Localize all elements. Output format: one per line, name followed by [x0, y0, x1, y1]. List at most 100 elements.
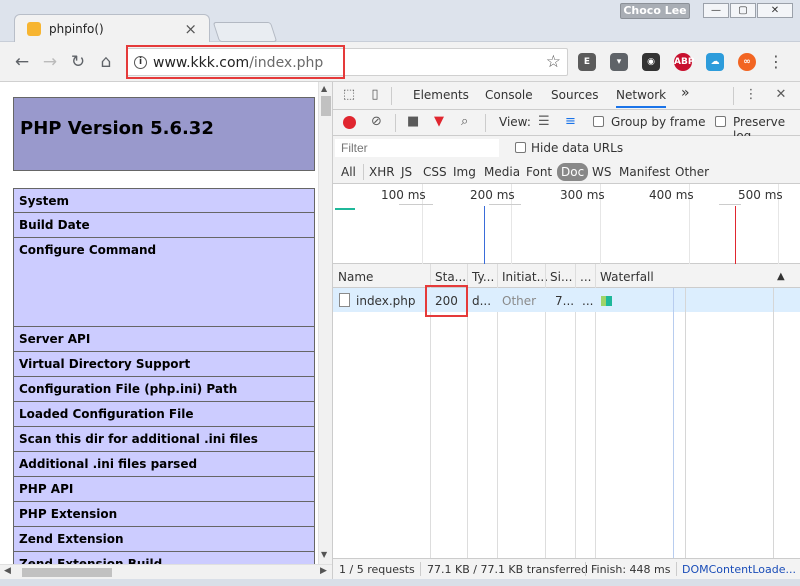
minimize-button[interactable]: —	[703, 3, 729, 18]
maximize-button[interactable]: ▢	[730, 3, 756, 18]
adblock-plus-icon[interactable]: ABP	[674, 53, 694, 71]
scroll-left-icon[interactable]: ◀	[4, 566, 11, 576]
phpinfo-row: Virtual Directory Support	[13, 352, 315, 377]
type-filter-other[interactable]: Other	[675, 165, 709, 179]
phpinfo-row: PHP API	[13, 477, 315, 502]
cloud-icon[interactable]: ☁	[706, 53, 724, 71]
scroll-right-icon[interactable]: ▶	[320, 566, 327, 576]
search-icon[interactable]: ⌕	[461, 114, 468, 129]
title-bar: phpinfo() × Choco Lee — ▢ ✕	[0, 0, 800, 44]
infinity-icon[interactable]: ∞	[738, 53, 756, 71]
sort-ascending-icon[interactable]: ▲	[777, 271, 785, 282]
divider	[420, 562, 421, 576]
divider	[395, 114, 396, 132]
phpinfo-row: Build Date	[13, 213, 315, 238]
timeline-tick	[719, 204, 741, 205]
load-event-line	[735, 206, 736, 264]
clear-icon[interactable]: ⊘	[371, 114, 382, 129]
browser-menu-icon[interactable]: ⋮	[768, 51, 784, 73]
page-content: PHP Version 5.6.32 System Build Date Con…	[0, 82, 318, 564]
page-horizontal-scrollbar[interactable]: ◀ ▶	[0, 564, 332, 579]
column-waterfall[interactable]: Waterfall	[600, 270, 654, 284]
divider	[733, 87, 734, 105]
column-type[interactable]: Ty...	[472, 270, 494, 284]
home-icon[interactable]: ⌂	[95, 51, 117, 73]
hide-data-urls-checkbox[interactable]	[515, 142, 526, 153]
divider	[676, 562, 677, 576]
devtools-tab-bar: ⬚ ▯ Elements Console Sources Network » ⋮…	[333, 82, 800, 110]
group-by-frame-label: Group by frame	[611, 115, 706, 129]
inspect-element-icon[interactable]: ⬚	[341, 87, 357, 103]
request-type: d...	[472, 294, 492, 308]
record-icon[interactable]	[343, 116, 356, 129]
type-filter-img[interactable]: Img	[453, 165, 476, 179]
timeline-tick	[399, 204, 433, 205]
waterfall-view-icon[interactable]: ≡	[565, 114, 576, 129]
phpinfo-row: Configuration File (php.ini) Path	[13, 377, 315, 402]
type-filter-xhr[interactable]: XHR	[369, 165, 395, 179]
column-time[interactable]: ...	[580, 270, 591, 284]
tab-console[interactable]: Console	[485, 88, 533, 102]
device-toolbar-icon[interactable]: ▯	[367, 87, 383, 103]
column-name[interactable]: Name	[338, 270, 373, 284]
url-highlight-box	[126, 45, 345, 79]
group-by-frame-checkbox[interactable]	[593, 116, 604, 127]
close-tab-icon[interactable]: ×	[184, 20, 197, 38]
php-favicon-icon	[27, 22, 41, 36]
type-filter-js[interactable]: JS	[401, 165, 412, 179]
more-tabs-icon[interactable]: »	[681, 85, 690, 101]
phpinfo-row: System	[13, 188, 315, 213]
phpinfo-row: Scan this dir for additional .ini files	[13, 427, 315, 452]
devtools-panel: ⬚ ▯ Elements Console Sources Network » ⋮…	[332, 82, 800, 579]
scroll-up-icon[interactable]: ▲	[321, 84, 327, 93]
request-name[interactable]: index.php	[356, 294, 415, 308]
table-row[interactable]: index.php 200 d... Other 7... ...	[333, 288, 800, 312]
phpinfo-row: Zend Extension	[13, 527, 315, 552]
type-filter-all[interactable]: All	[341, 165, 356, 179]
column-size[interactable]: Si...	[550, 270, 572, 284]
reload-icon[interactable]: ↻	[67, 51, 89, 73]
evernote-icon[interactable]: E	[578, 53, 596, 71]
scroll-thumb[interactable]	[321, 96, 331, 116]
filter-funnel-icon[interactable]: ▼	[434, 114, 444, 129]
request-time: ...	[582, 294, 594, 308]
forward-arrow-icon[interactable]: →	[39, 51, 61, 73]
tampermonkey-icon[interactable]: ◉	[642, 53, 660, 71]
column-status[interactable]: Sta...	[435, 270, 466, 284]
browser-toolbar: ← → ↻ ⌂ i www.kkk.com/index.php ☆ E ▾ ◉ …	[0, 42, 800, 82]
screenshot-camera-icon[interactable]: ■	[407, 114, 419, 129]
user-profile-badge[interactable]: Choco Lee	[620, 3, 690, 19]
column-initiator[interactable]: Initiat...	[502, 270, 548, 284]
bookmark-star-icon[interactable]: ☆	[546, 52, 561, 72]
new-tab-button[interactable]	[212, 22, 278, 42]
view-label: View:	[499, 115, 531, 129]
status-highlight-box	[425, 285, 468, 317]
phpinfo-row: Server API	[13, 327, 315, 352]
large-rows-icon[interactable]: ☰	[538, 114, 550, 129]
scroll-down-icon[interactable]: ▼	[321, 550, 327, 559]
devtools-menu-icon[interactable]: ⋮	[743, 87, 759, 103]
hscroll-thumb[interactable]	[22, 568, 112, 577]
type-filter-ws[interactable]: WS	[592, 165, 611, 179]
overview-request-bar	[335, 208, 355, 210]
type-filter-css[interactable]: CSS	[423, 165, 447, 179]
close-window-button[interactable]: ✕	[757, 3, 793, 18]
type-filter-font[interactable]: Font	[526, 165, 552, 179]
tab-network[interactable]: Network	[616, 88, 667, 108]
type-filter-media[interactable]: Media	[484, 165, 520, 179]
phpinfo-row: Additional .ini files parsed	[13, 452, 315, 477]
close-devtools-icon[interactable]: ✕	[773, 87, 789, 103]
tab-sources[interactable]: Sources	[551, 88, 598, 102]
network-overview-timeline[interactable]: 100 ms 200 ms 300 ms 400 ms 500 ms	[333, 184, 800, 264]
type-filter-doc[interactable]: Doc	[557, 163, 589, 181]
preserve-log-checkbox[interactable]	[715, 116, 726, 127]
pocket-icon[interactable]: ▾	[610, 53, 628, 71]
filter-input[interactable]	[335, 139, 499, 157]
timeline-tick	[489, 204, 521, 205]
network-toolbar: ⊘ ■ ▼ ⌕ View: ☰ ≡ Group by frame Preserv…	[333, 110, 800, 143]
browser-tab[interactable]: phpinfo() ×	[14, 14, 210, 44]
back-arrow-icon[interactable]: ←	[11, 51, 33, 73]
tab-elements[interactable]: Elements	[413, 88, 469, 102]
type-filter-manifest[interactable]: Manifest	[619, 165, 670, 179]
page-vertical-scrollbar[interactable]: ▲ ▼	[318, 82, 332, 564]
